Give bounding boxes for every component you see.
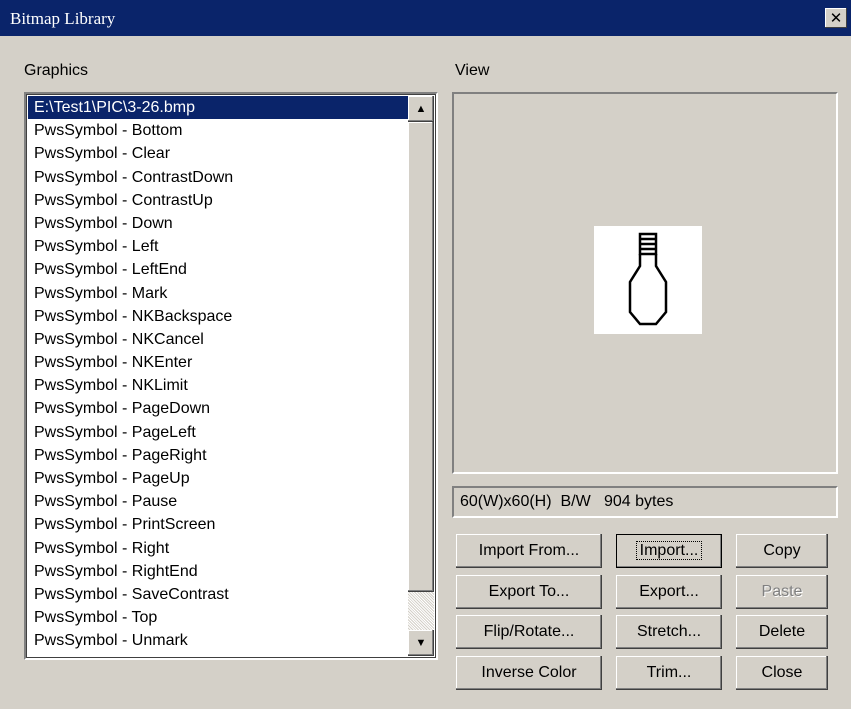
close-button[interactable]: Close	[736, 656, 828, 690]
list-item[interactable]: PwsSymbol - LeftEnd	[28, 258, 410, 281]
close-icon[interactable]: ✕	[825, 8, 847, 28]
list-item[interactable]: PwsSymbol - NKLimit	[28, 374, 410, 397]
list-item[interactable]: PwsSymbol - Mark	[28, 282, 410, 305]
list-item[interactable]: PwsSymbol - PrintScreen	[28, 513, 410, 536]
scroll-up-icon[interactable]: ▲	[408, 96, 434, 122]
list-item[interactable]: PwsSymbol - NKBackspace	[28, 305, 410, 328]
paste-button[interactable]: Paste	[736, 575, 828, 609]
list-item[interactable]: PwsSymbol - PageUp	[28, 467, 410, 490]
flip-rotate-button[interactable]: Flip/Rotate...	[456, 615, 602, 649]
view-panel	[452, 92, 838, 474]
list-item[interactable]: PwsSymbol - RightEnd	[28, 560, 410, 583]
graphics-list[interactable]: E:\Test1\PIC\3-26.bmp PwsSymbol - Bottom P…	[24, 92, 438, 660]
inverse-color-button[interactable]: Inverse Color	[456, 656, 602, 690]
list-item[interactable]: PwsSymbol - PageRight	[28, 444, 410, 467]
import-button-label: Import...	[635, 541, 703, 560]
list-item[interactable]: PwsSymbol - ContrastUp	[28, 189, 410, 212]
list-item[interactable]: PwsSymbol - SaveContrast	[28, 583, 410, 606]
export-to-button[interactable]: Export To...	[456, 575, 602, 609]
title-bar: Bitmap Library ✕	[0, 0, 851, 36]
window-title: Bitmap Library	[10, 9, 116, 28]
list-item[interactable]: PwsSymbol - Right	[28, 537, 410, 560]
list-item[interactable]: PwsSymbol - Pause	[28, 490, 410, 513]
export-button[interactable]: Export...	[616, 575, 722, 609]
copy-button[interactable]: Copy	[736, 534, 828, 568]
light-bulb-bitmap-icon	[628, 232, 668, 326]
list-item[interactable]: PwsSymbol - NKEnter	[28, 351, 410, 374]
list-item[interactable]: PwsSymbol - Down	[28, 212, 410, 235]
list-item[interactable]: PwsSymbol - NKCancel	[28, 328, 410, 351]
graphics-list-items: E:\Test1\PIC\3-26.bmp PwsSymbol - Bottom P…	[28, 96, 410, 658]
scroll-down-icon[interactable]: ▼	[408, 630, 434, 656]
bitmap-preview	[594, 226, 702, 334]
list-item[interactable]: PwsSymbol - ContrastDown	[28, 166, 410, 189]
import-button[interactable]: Import...	[616, 534, 722, 568]
import-from-button[interactable]: Import From...	[456, 534, 602, 568]
scroll-track[interactable]	[408, 592, 434, 630]
list-item[interactable]: PwsSymbol - PageLeft	[28, 421, 410, 444]
trim-button[interactable]: Trim...	[616, 656, 722, 690]
list-item[interactable]: PwsSymbol - Left	[28, 235, 410, 258]
scroll-thumb[interactable]	[408, 122, 434, 592]
list-item[interactable]: PwsSymbol - Clear	[28, 142, 410, 165]
list-scrollbar[interactable]: ▲ ▼	[408, 96, 434, 656]
delete-button[interactable]: Delete	[736, 615, 828, 649]
bitmap-info: 60(W)x60(H) B/W 904 bytes	[452, 486, 838, 518]
list-item[interactable]: E:\Test1\PIC\3-26.bmp	[28, 96, 410, 120]
graphics-label: Graphics	[24, 62, 89, 79]
bitmap-library-dialog: Bitmap Library ✕ Graphics View E:\Test1\…	[0, 0, 851, 709]
list-item[interactable]: PwsSymbol - Unmark	[28, 629, 410, 652]
list-item[interactable]: PwsSymbol - PageDown	[28, 397, 410, 420]
stretch-button[interactable]: Stretch...	[616, 615, 722, 649]
list-item[interactable]: PwsSymbol - Top	[28, 606, 410, 629]
view-label: View	[455, 62, 490, 79]
list-item[interactable]: PwsSymbol - Bottom	[28, 119, 410, 142]
